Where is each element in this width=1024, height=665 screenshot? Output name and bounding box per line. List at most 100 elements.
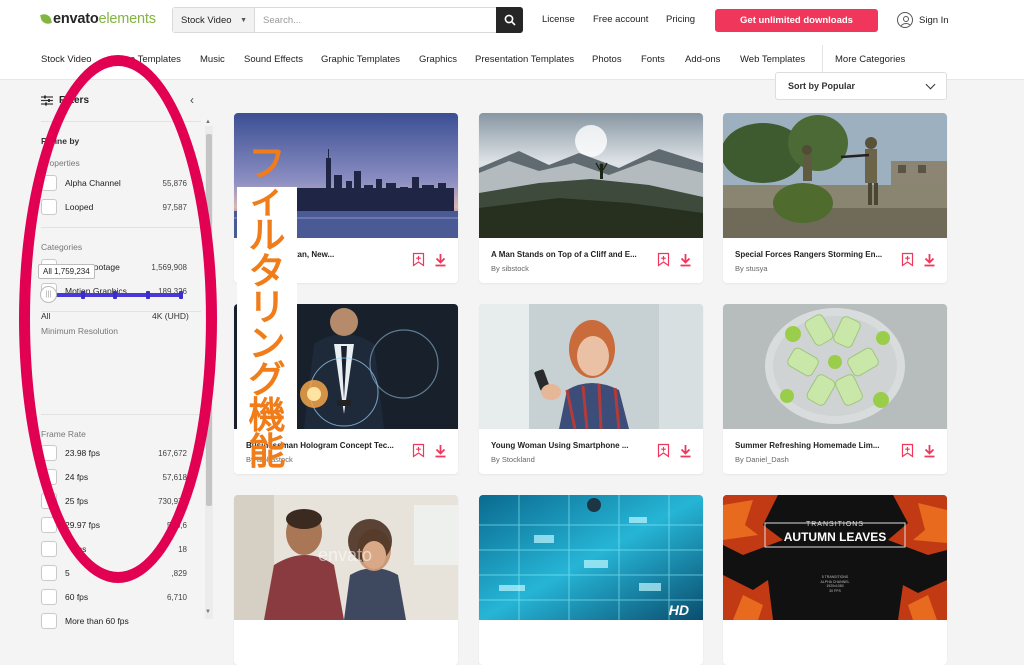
filter-framerate[interactable]: 5 ,829 (41, 564, 187, 582)
nav-graphics[interactable]: Graphics (419, 54, 457, 65)
item-title[interactable]: Summer Refreshing Homemade Lim... (735, 441, 885, 450)
nav-more-categories[interactable]: More Categories (835, 54, 905, 65)
filter-count: 167,672 (158, 448, 187, 458)
envato-elements-logo[interactable]: envato elements (40, 11, 156, 27)
bookmark-add-icon[interactable] (901, 252, 914, 267)
thumbnail-autumn-leaves[interactable]: TRANSITIONS AUTUMN LEAVES 5 TRANSITIONS … (723, 495, 947, 620)
filter-label: 25 fps (65, 496, 89, 506)
filter-framerate[interactable]: 60 fps 6,710 (41, 588, 187, 606)
download-icon[interactable] (679, 444, 692, 458)
scroll-up-arrow-icon[interactable]: ▲ (205, 119, 211, 125)
bookmark-add-icon[interactable] (412, 443, 425, 458)
search-category-dropdown[interactable]: Stock Video ▼ (173, 8, 255, 32)
checkbox[interactable] (41, 613, 57, 629)
filter-alpha-channel[interactable]: Alpha Channel 55,876 (41, 174, 187, 192)
thumbnail-couple[interactable]: envato (234, 495, 458, 620)
frame-rate-label: Frame Rate (41, 429, 86, 439)
pricing-link[interactable]: Pricing (666, 14, 695, 25)
item-title[interactable]: Special Forces Rangers Storming En... (735, 250, 885, 259)
item-author[interactable]: By Stockland (491, 455, 535, 464)
checkbox[interactable] (41, 517, 57, 533)
item-author[interactable]: By sibstock (491, 264, 529, 273)
nav-stock-video[interactable]: Stock Video (41, 54, 92, 65)
search-button[interactable] (496, 7, 523, 33)
thumbnail-man-on-cliff[interactable] (479, 113, 703, 238)
filter-count: 730,978 (158, 496, 187, 506)
item-card[interactable]: Special Forces Rangers Storming En... By… (723, 113, 947, 283)
filter-looped[interactable]: Looped 97,587 (41, 198, 187, 216)
search-input[interactable] (255, 8, 496, 32)
user-icon (897, 12, 913, 28)
resolution-slider-handle[interactable]: ||| (40, 286, 57, 303)
item-card[interactable]: HD (479, 495, 703, 665)
filter-framerate[interactable]: 23.98 fps 167,672 (41, 444, 187, 462)
sidebar-scrollbar[interactable] (205, 126, 213, 619)
nav-fonts[interactable]: Fonts (641, 54, 665, 65)
scrollbar-thumb[interactable] (206, 134, 212, 506)
annotation-char: 能 (248, 430, 286, 473)
license-link[interactable]: License (542, 14, 575, 25)
filter-framerate[interactable]: fps 18 (41, 540, 187, 558)
checkbox[interactable] (41, 541, 57, 557)
download-icon[interactable] (434, 253, 447, 267)
resolution-max-label: 4K (UHD) (152, 311, 189, 321)
bookmark-add-icon[interactable] (657, 252, 670, 267)
nav-add-ons[interactable]: Add-ons (685, 54, 720, 65)
checkbox[interactable] (41, 199, 57, 215)
annotation-char: グ (248, 358, 286, 401)
resolution-slider-track[interactable] (48, 291, 183, 299)
item-card[interactable]: Young Woman Using Smartphone ... By Stoc… (479, 304, 703, 474)
filter-framerate[interactable]: 25 fps 730,978 (41, 492, 187, 510)
item-author[interactable]: By Daniel_Dash (735, 455, 789, 464)
bookmark-add-icon[interactable] (901, 443, 914, 458)
item-card[interactable]: Summer Refreshing Homemade Lim... By Dan… (723, 304, 947, 474)
bookmark-add-icon[interactable] (412, 252, 425, 267)
download-icon[interactable] (434, 444, 447, 458)
filter-framerate[interactable]: More than 60 fps (41, 612, 187, 630)
item-card[interactable]: A Man Stands on Top of a Cliff and E... … (479, 113, 703, 283)
filter-framerate[interactable]: 29.97 fps 546,6 (41, 516, 187, 534)
sign-in-button[interactable]: Sign In (897, 12, 949, 28)
annotation-label: フィルタリング機能 (237, 145, 297, 470)
checkbox[interactable] (41, 175, 57, 191)
item-card[interactable]: envato (234, 495, 458, 665)
nav-video-templates[interactable]: Video Templates (111, 54, 181, 65)
item-title[interactable]: A Man Stands on Top of a Cliff and E... (491, 250, 641, 259)
envato-watermark: envato (318, 545, 373, 565)
nav-graphic-templates[interactable]: Graphic Templates (321, 54, 400, 65)
slider-step (146, 291, 150, 299)
bookmark-add-icon[interactable] (657, 443, 670, 458)
thumbnail-lime-popsicles[interactable] (723, 304, 947, 429)
free-account-link[interactable]: Free account (593, 14, 648, 25)
slider-step (81, 291, 85, 299)
sort-dropdown[interactable]: Sort by Popular (775, 72, 947, 100)
nav-sound-effects[interactable]: Sound Effects (244, 54, 303, 65)
item-title[interactable]: Young Woman Using Smartphone ... (491, 441, 641, 450)
checkbox[interactable] (41, 469, 57, 485)
get-unlimited-downloads-button[interactable]: Get unlimited downloads (715, 9, 878, 32)
item-author[interactable]: By stusya (735, 264, 768, 273)
filter-count: 6,710 (166, 592, 187, 602)
filter-framerate[interactable]: 24 fps 57,618 (41, 468, 187, 486)
collapse-filters-chevron-icon[interactable]: ‹ (190, 93, 194, 107)
thumbnail-woman-smartphone[interactable] (479, 304, 703, 429)
checkbox[interactable] (41, 565, 57, 581)
checkbox[interactable] (41, 493, 57, 509)
nav-music[interactable]: Music (200, 54, 225, 65)
thumbnail-circuit-board[interactable]: HD (479, 495, 703, 620)
item-card[interactable]: TRANSITIONS AUTUMN LEAVES 5 TRANSITIONS … (723, 495, 947, 665)
divider (41, 121, 201, 122)
download-icon[interactable] (923, 253, 936, 267)
download-icon[interactable] (923, 444, 936, 458)
checkbox[interactable] (41, 445, 57, 461)
search-bar: Stock Video ▼ (172, 7, 523, 33)
checkbox[interactable] (41, 589, 57, 605)
nav-presentation-templates[interactable]: Presentation Templates (475, 54, 574, 65)
filter-count: 97,587 (162, 202, 187, 212)
scroll-down-arrow-icon[interactable]: ▼ (205, 609, 211, 615)
nav-photos[interactable]: Photos (592, 54, 622, 65)
filter-label: 5 (65, 568, 70, 578)
nav-web-templates[interactable]: Web Templates (740, 54, 805, 65)
download-icon[interactable] (679, 253, 692, 267)
thumbnail-special-forces[interactable] (723, 113, 947, 238)
